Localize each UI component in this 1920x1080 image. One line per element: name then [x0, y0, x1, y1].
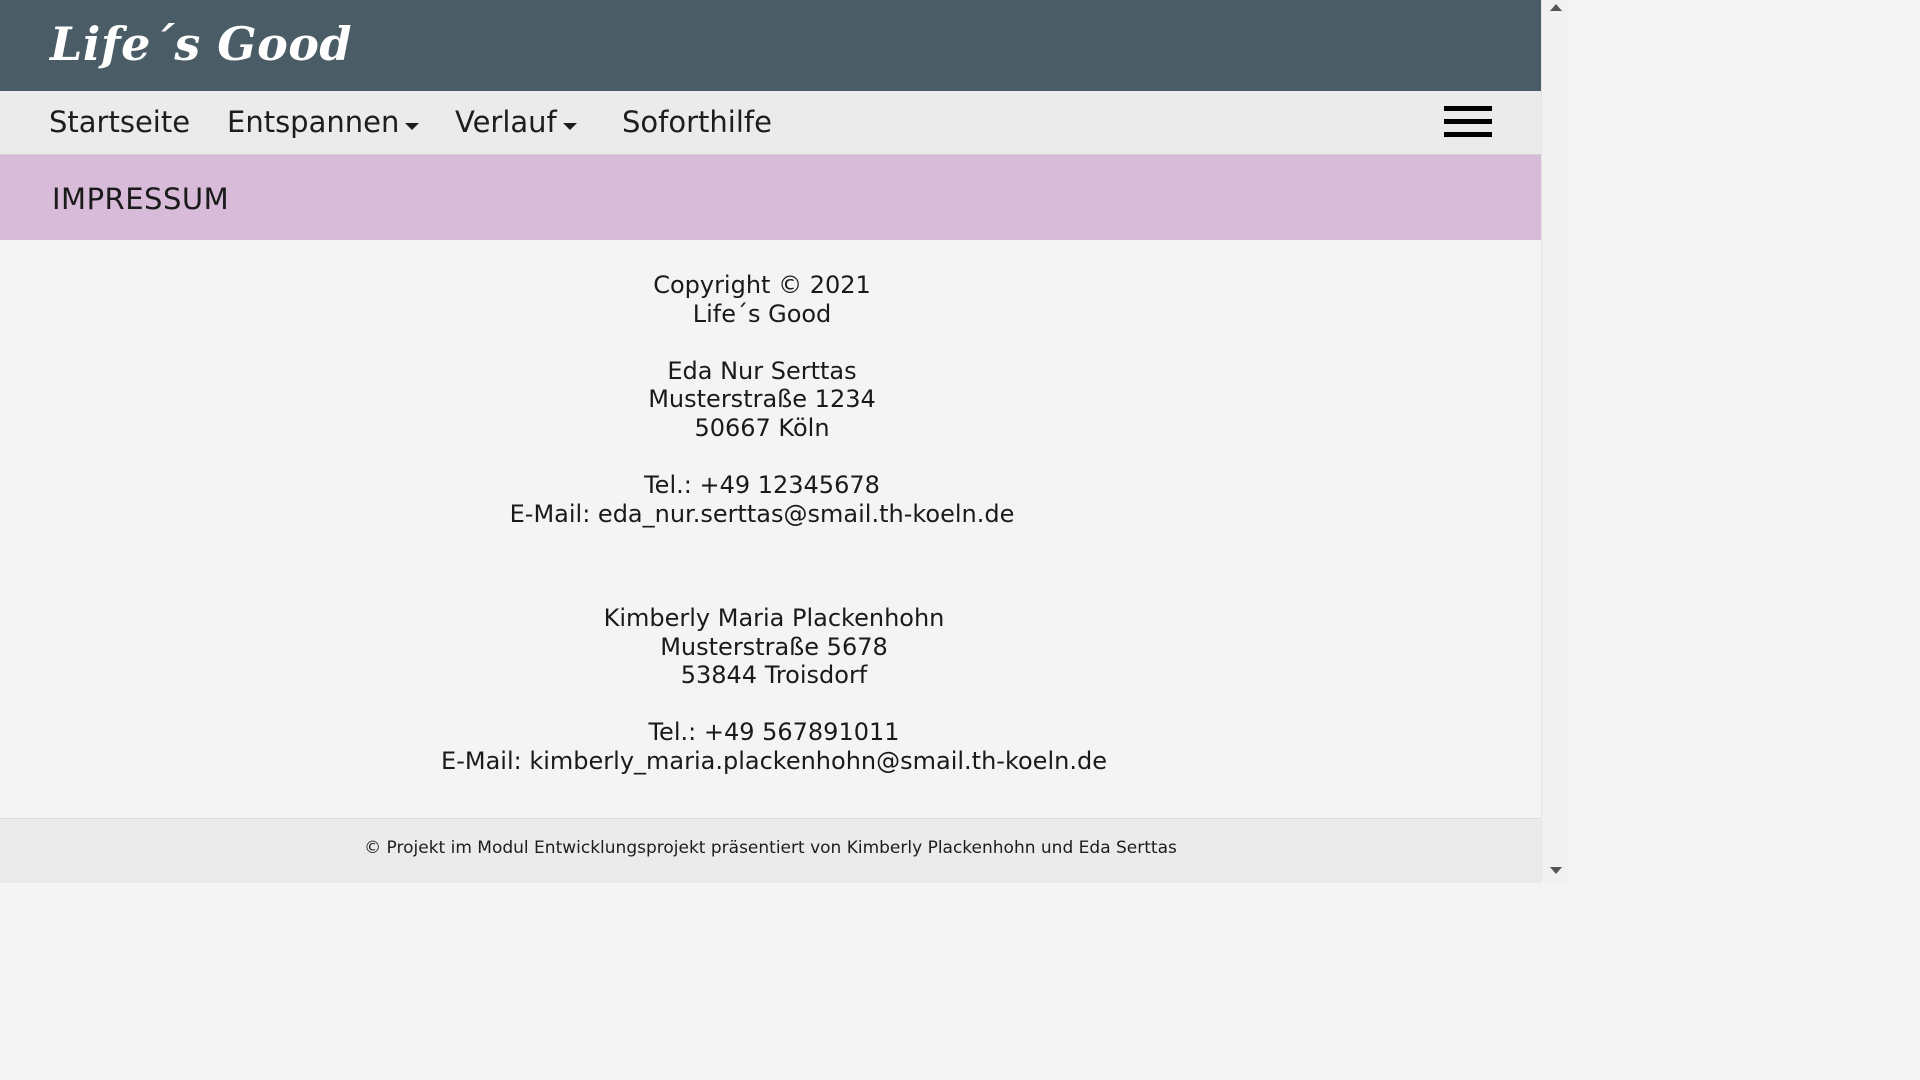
main-navigation: Startseite Entspannen Verlauf Soforthilf… — [0, 91, 1541, 155]
hamburger-line — [1444, 119, 1492, 124]
page-title: IMPRESSUM — [52, 182, 230, 216]
footer-text: © Projekt im Modul Entwicklungsprojekt p… — [364, 838, 1177, 858]
contact-name: Eda Nur Serttas — [667, 356, 857, 385]
contact-email: E-Mail: kimberly_maria.plackenhohn@smail… — [441, 746, 1107, 775]
caret-down-icon — [405, 122, 420, 130]
site-footer: © Projekt im Modul Entwicklungsprojekt p… — [0, 818, 1541, 883]
contact-phone: Tel.: +49 567891011 — [648, 718, 900, 747]
nav-item-startseite[interactable]: Startseite — [49, 91, 190, 154]
caret-down-icon — [562, 122, 577, 130]
contact-city: 53844 Troisdorf — [680, 661, 868, 690]
contact-phone: Tel.: +49 12345678 — [644, 471, 880, 500]
impressum-contact-block-2: Kimberly Maria Plackenhohn Musterstraße … — [424, 604, 1124, 776]
nav-item-label: Soforthilfe — [622, 105, 772, 139]
nav-item-label: Startseite — [49, 105, 191, 139]
contact-street: Musterstraße 1234 — [648, 385, 876, 414]
nav-item-entspannen[interactable]: Entspannen — [227, 91, 420, 154]
nav-item-soforthilfe[interactable]: Soforthilfe — [622, 91, 772, 154]
contact-street: Musterstraße 5678 — [660, 632, 888, 661]
contact-email: E-Mail: eda_nur.serttas@smail.th-koeln.d… — [509, 499, 1015, 528]
site-header: Life´s Good — [0, 0, 1541, 91]
nav-item-verlauf[interactable]: Verlauf — [455, 91, 577, 154]
hamburger-line — [1444, 132, 1492, 137]
nav-item-label: Verlauf — [455, 105, 557, 139]
contact-city: 50667 Köln — [694, 413, 830, 442]
nav-item-label: Entspannen — [227, 105, 400, 139]
copyright-text: Copyright © 2021 — [653, 271, 871, 299]
hamburger-menu-icon[interactable] — [1444, 104, 1492, 140]
contact-name: Kimberly Maria Plackenhohn — [603, 604, 945, 632]
page: Life´s Good Startseite Entspannen Verlau… — [0, 0, 1541, 883]
page-title-band: IMPRESSUM — [0, 155, 1541, 240]
hamburger-line — [1444, 106, 1492, 111]
scroll-up-arrow-icon[interactable] — [1550, 4, 1562, 11]
site-name-text: Life´s Good — [692, 299, 832, 328]
impressum-contact-block-1: Copyright © 2021 Life´s Good Eda Nur Ser… — [412, 271, 1112, 528]
site-logo[interactable]: Life´s Good — [50, 14, 352, 74]
scrollbar-thumb[interactable] — [1547, 20, 1564, 862]
scroll-down-arrow-icon[interactable] — [1550, 867, 1562, 874]
vertical-scrollbar[interactable] — [1541, 0, 1569, 882]
